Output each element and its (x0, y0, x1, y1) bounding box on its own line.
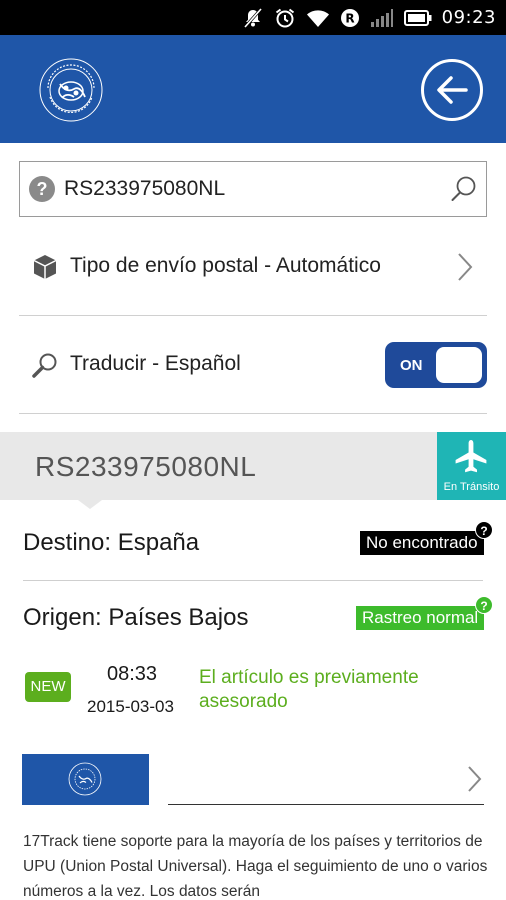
app-bar (0, 35, 506, 143)
search-icon (32, 353, 57, 378)
translate-label: Traducir - Español (70, 352, 241, 375)
event-description: El artículo es previamente asesorado (199, 667, 419, 712)
upu-link-row[interactable] (22, 754, 487, 806)
header-pointer (78, 500, 102, 509)
tracking-search-box: ? (19, 161, 487, 217)
chevron-right-icon (458, 253, 473, 281)
registered-icon: R (340, 8, 359, 27)
help-icon[interactable]: ? (475, 521, 493, 539)
search-icon[interactable] (450, 175, 478, 203)
upu-flag (22, 754, 149, 805)
status-bar: R 09:23 (0, 0, 506, 35)
origin-label: Origen: Países Bajos (23, 604, 249, 631)
toggle-knob (436, 347, 482, 383)
signal-icon (370, 8, 393, 27)
new-badge: NEW (25, 672, 71, 702)
event-time: 08:33 (107, 663, 158, 685)
notifications-off-icon (243, 7, 262, 28)
tracking-result-header: RS233975080NL (0, 432, 506, 500)
toggle-state-label: ON (400, 357, 423, 374)
tracking-number-input[interactable] (64, 172, 434, 206)
upu-logo (68, 762, 102, 796)
chevron-right-icon (468, 766, 482, 792)
in-transit-status[interactable]: En Tránsito (437, 432, 506, 500)
help-icon[interactable]: ? (475, 596, 493, 614)
shipment-type-label: Tipo de envío postal - Automático (70, 254, 381, 277)
origin-status-badge: Rastreo normal (356, 606, 485, 630)
destination-label: Destino: España (23, 529, 200, 556)
event-date: 2015-03-03 (87, 697, 174, 716)
service-description: 17Track tiene soporte para la mayoría de… (23, 833, 488, 900)
shipment-type-row[interactable]: Tipo de envío postal - Automático (19, 218, 487, 316)
package-icon (33, 255, 57, 279)
wifi-icon (306, 9, 329, 27)
tracking-number: RS233975080NL (35, 451, 257, 482)
upu-logo (39, 58, 103, 122)
back-button[interactable] (421, 59, 483, 121)
svg-text:R: R (345, 11, 354, 25)
tracking-event: NEW 08:33 2015-03-03 El artículo es prev… (0, 656, 506, 726)
translate-row: Traducir - Español ON (19, 316, 487, 414)
origin-row: Origen: Países Bajos Rastreo normal ? (23, 594, 493, 650)
battery-icon (403, 9, 432, 26)
airplane-icon (455, 440, 487, 473)
destination-status-badge: No encontrado (360, 531, 484, 555)
clock: 09:23 (441, 7, 496, 28)
status-label: En Tránsito (443, 481, 500, 493)
translate-toggle[interactable]: ON (385, 342, 487, 388)
alarm-icon (275, 8, 294, 27)
divider (168, 804, 484, 805)
destination-row: Destino: España No encontrado ? (23, 519, 493, 581)
arrow-left-icon (437, 76, 468, 104)
help-icon[interactable]: ? (29, 176, 55, 202)
